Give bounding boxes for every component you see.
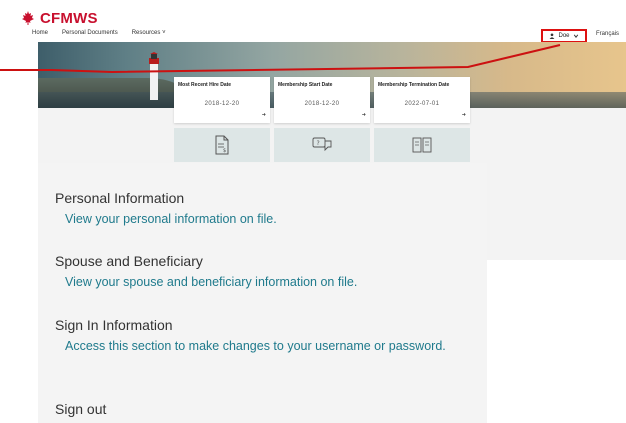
tile-resources[interactable] [374, 128, 470, 162]
tile-documents[interactable]: $ [174, 128, 270, 162]
lighthouse-image [149, 52, 159, 100]
menu-spouse-link[interactable]: View your spouse and beneficiary informa… [65, 272, 465, 292]
maple-leaf-icon [22, 11, 34, 25]
user-dropdown-menu: Personal Information View your personal … [38, 163, 487, 423]
nav-personal-documents[interactable]: Personal Documents [62, 30, 118, 36]
menu-signin-link[interactable]: Access this section to make changes to y… [65, 336, 465, 356]
menu-personal-title: Personal Information [55, 190, 185, 206]
user-name: Doe [558, 33, 570, 39]
card-value: 2018-12-20 [304, 101, 340, 107]
chat-question-icon: ? [312, 137, 332, 152]
card-membership-start[interactable]: Membership Start Date 2018-12-20 ➜ [274, 77, 370, 123]
menu-personal-link[interactable]: View your personal information on file. [65, 209, 465, 229]
menu-signout[interactable]: Sign out [55, 401, 106, 417]
card-hire-date[interactable]: Most Recent Hire Date 2018-12-20 ➜ [174, 77, 270, 123]
arrow-icon: ➜ [461, 112, 466, 118]
svg-text:$: $ [223, 148, 226, 154]
main-nav: Home Personal Documents Resources ˅ [32, 30, 166, 36]
card-membership-termination[interactable]: Membership Termination Date 2022-07-01 ➜ [374, 77, 470, 123]
cfmws-logo[interactable]: CFMWS [20, 8, 112, 28]
user-icon [550, 33, 555, 39]
user-menu-button[interactable]: Doe [541, 29, 587, 43]
chevron-down-icon [573, 34, 578, 38]
tile-help[interactable]: ? [274, 128, 370, 162]
svg-text:?: ? [317, 140, 320, 147]
document-icon: $ [215, 135, 229, 155]
nav-home[interactable]: Home [32, 30, 48, 36]
card-value: 2018-12-20 [204, 101, 240, 107]
menu-spouse-title: Spouse and Beneficiary [55, 253, 203, 269]
logo-text: CFMWS [40, 9, 98, 27]
book-icon [412, 137, 432, 153]
card-label: Membership Start Date [278, 82, 333, 88]
nav-resources[interactable]: Resources ˅ [132, 30, 166, 36]
arrow-icon: ➜ [261, 112, 266, 118]
card-label: Membership Termination Date [378, 82, 450, 88]
card-label: Most Recent Hire Date [178, 82, 232, 88]
language-toggle[interactable]: Français [596, 31, 619, 37]
arrow-icon: ➜ [361, 112, 366, 118]
card-value: 2022-07-01 [404, 101, 440, 107]
menu-signin-title: Sign In Information [55, 317, 173, 333]
